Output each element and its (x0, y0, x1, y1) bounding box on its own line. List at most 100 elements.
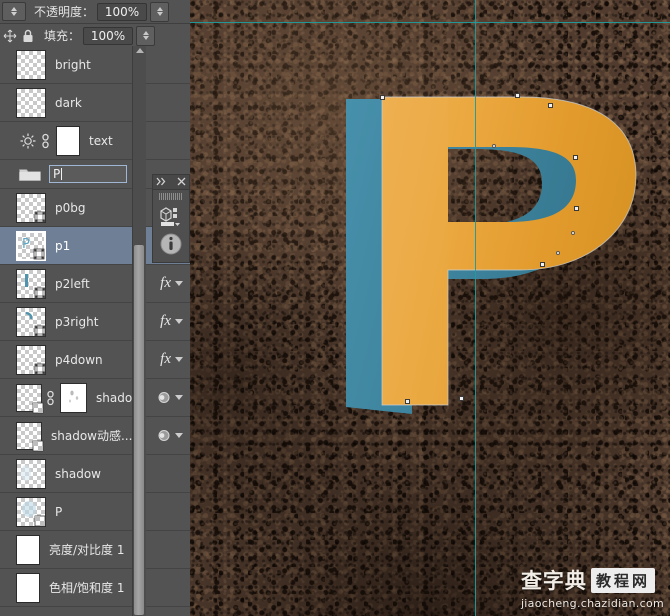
visibility-toggle[interactable] (0, 341, 14, 379)
scrollbar-thumb[interactable] (134, 245, 144, 615)
visibility-toggle[interactable] (0, 84, 14, 122)
expand-effects-arrow-icon[interactable] (175, 433, 183, 438)
fill-value[interactable]: 100% (83, 26, 134, 45)
path-anchor-handle[interactable] (380, 95, 385, 100)
brightness-sun-icon[interactable] (19, 132, 37, 150)
layer-name: shado... (96, 390, 144, 405)
info-icon[interactable] (153, 230, 189, 258)
path-anchor-handle[interactable] (540, 262, 545, 267)
path-control-point[interactable] (571, 231, 575, 235)
adjustment-thumbnail[interactable] (16, 572, 40, 603)
layer-row-hue-saturation[interactable]: 色相/饱和度 1 (0, 569, 190, 607)
layer-row-shadow-masked[interactable]: shado... (0, 379, 190, 417)
layer-thumbnail[interactable]: P (16, 230, 46, 261)
lock-icon[interactable] (20, 28, 36, 44)
layer-row-p4down[interactable]: p4down fx (0, 341, 190, 379)
collapsed-side-panel[interactable] (152, 174, 190, 263)
group-name-value: P (53, 167, 61, 181)
opacity-label: 不透明度： (34, 5, 95, 19)
visibility-toggle[interactable] (0, 531, 14, 569)
move-icon[interactable] (2, 28, 18, 44)
layer-effects-fx-icon[interactable]: fx (160, 351, 171, 368)
visibility-toggle[interactable] (0, 417, 14, 455)
layer-row-text[interactable]: text (0, 122, 190, 160)
layer-thumbnail[interactable] (16, 496, 46, 527)
visibility-toggle[interactable] (0, 569, 14, 607)
layer-row-p3right[interactable]: p3right fx (0, 303, 190, 341)
adjustment-thumbnail[interactable] (16, 534, 40, 565)
layer-thumbnail[interactable] (16, 192, 46, 223)
spinner-arrows-icon[interactable] (2, 2, 26, 21)
horizontal-guide[interactable] (190, 22, 670, 23)
layer-row-brightness-contrast[interactable]: 亮度/对比度 1 (0, 531, 190, 569)
layers-list[interactable]: bright dark text P p0bg P p1 p2left fx p… (0, 46, 190, 616)
layer-effects-indicator-icon[interactable] (157, 430, 170, 441)
drag-grip-icon[interactable] (159, 193, 183, 200)
layer-name: 色相/饱和度 1 (49, 581, 125, 595)
svg-text:P: P (22, 237, 30, 252)
layer-row-bright[interactable]: bright (0, 46, 190, 84)
visibility-toggle[interactable] (0, 122, 14, 160)
layer-thumbnail[interactable] (16, 87, 46, 118)
layer-row-p2left[interactable]: p2left fx (0, 265, 190, 303)
path-control-point[interactable] (556, 251, 560, 255)
path-anchor-handle[interactable] (405, 399, 410, 404)
expand-effects-arrow-icon[interactable] (175, 319, 183, 324)
fill-dropdown-arrow-icon[interactable] (136, 25, 156, 46)
path-anchor-handle[interactable] (573, 155, 578, 160)
opacity-value[interactable]: 100% (97, 2, 148, 21)
path-anchor-handle[interactable] (548, 103, 553, 108)
document-canvas[interactable]: 查字典 教程网 jiaocheng.chazidian.com (190, 0, 670, 616)
folder-icon[interactable] (18, 165, 42, 183)
vertical-guide[interactable] (475, 0, 476, 616)
layer-thumbnail[interactable] (16, 458, 46, 489)
panel-titlebar[interactable] (153, 175, 189, 190)
expand-effects-arrow-icon[interactable] (175, 395, 183, 400)
visibility-toggle[interactable] (0, 155, 14, 193)
path-control-point[interactable] (492, 144, 496, 148)
visibility-toggle[interactable] (0, 227, 14, 265)
mini-bridge-icon[interactable] (153, 202, 189, 230)
watermark: 查字典 教程网 jiaocheng.chazidian.com (521, 565, 664, 610)
layer-mask-thumbnail[interactable] (60, 382, 87, 413)
visibility-toggle[interactable] (0, 46, 14, 84)
layer-thumbnail[interactable] (16, 344, 46, 375)
scroll-up-arrow-icon[interactable] (136, 48, 144, 53)
link-mask-icon[interactable] (44, 389, 56, 407)
layer-thumbnail[interactable] (16, 49, 46, 80)
path-anchor-handle[interactable] (515, 93, 520, 98)
visibility-toggle[interactable] (0, 493, 14, 531)
path-anchor-handle[interactable] (574, 206, 579, 211)
layer-row-shadow-motion[interactable]: shadow动感... (0, 417, 190, 455)
layer-row-shadow[interactable]: shadow (0, 455, 190, 493)
layer-effects-fx-icon[interactable]: fx (160, 313, 171, 330)
visibility-toggle[interactable] (0, 379, 14, 417)
layer-effects-indicator-icon[interactable] (157, 392, 170, 403)
layer-mask-thumbnail[interactable] (56, 125, 80, 156)
visibility-toggle[interactable] (0, 455, 14, 493)
visibility-toggle[interactable] (0, 265, 14, 303)
visibility-toggle[interactable] (0, 189, 14, 227)
expand-arrows-icon[interactable] (156, 173, 167, 191)
layer-thumbnail[interactable] (16, 421, 44, 451)
expand-effects-arrow-icon[interactable] (175, 281, 183, 286)
opacity-row: 不透明度： 100% (0, 0, 190, 24)
layer-thumbnail[interactable] (16, 268, 46, 299)
letter-p-artwork[interactable] (190, 0, 670, 616)
expand-effects-arrow-icon[interactable] (175, 357, 183, 362)
watermark-brand: 查字典 (520, 569, 587, 593)
layer-row-dark[interactable]: dark (0, 84, 190, 122)
group-name-rename-input[interactable]: P (49, 165, 127, 183)
fill-row: 填充： 100% (0, 24, 190, 48)
layer-thumbnail[interactable] (16, 306, 46, 337)
link-mask-icon[interactable] (39, 132, 51, 150)
opacity-dropdown-arrow-icon[interactable] (150, 1, 170, 22)
layer-effects-fx-icon[interactable]: fx (160, 275, 171, 292)
layers-scrollbar[interactable] (132, 46, 146, 616)
path-anchor-handle[interactable] (459, 396, 464, 401)
close-icon[interactable] (177, 173, 186, 191)
layer-name: dark (55, 95, 82, 110)
layer-thumbnail[interactable] (16, 383, 44, 413)
visibility-toggle[interactable] (0, 303, 14, 341)
layer-row-p[interactable]: P (0, 493, 190, 531)
